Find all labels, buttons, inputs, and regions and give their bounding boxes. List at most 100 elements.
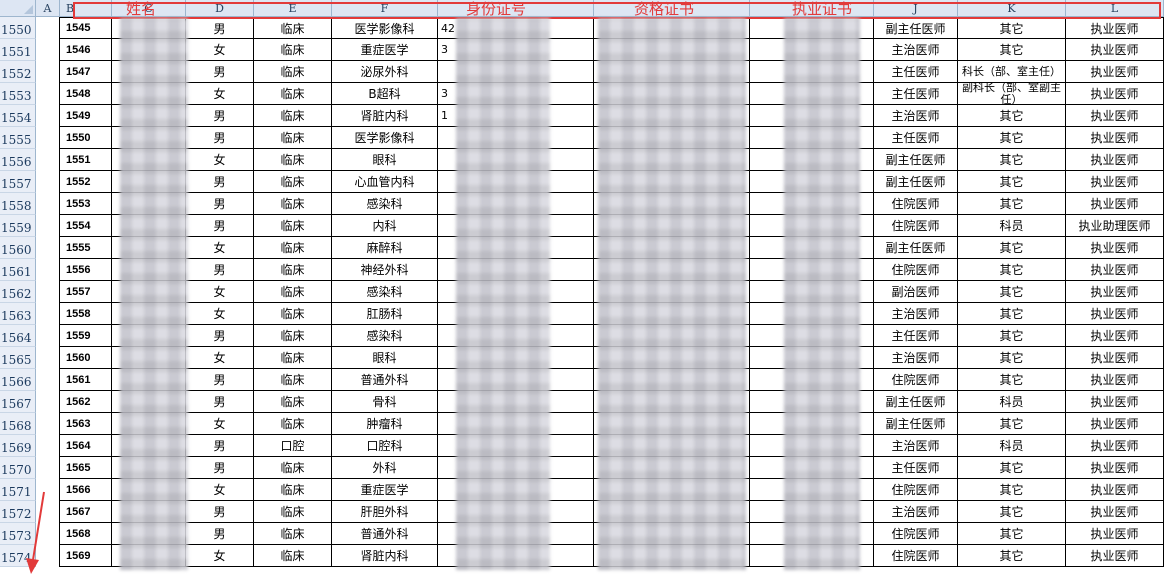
cell-i[interactable]	[750, 83, 874, 105]
row-header[interactable]: 1556	[0, 149, 36, 171]
cell-c[interactable]	[112, 127, 186, 149]
cell-g[interactable]	[438, 215, 594, 237]
cell-b[interactable]: 1567	[60, 501, 112, 523]
cell-j[interactable]: 主治医师	[874, 347, 958, 369]
cell-d[interactable]: 女	[186, 149, 254, 171]
cell-e[interactable]: 临床	[254, 259, 332, 281]
cell-f[interactable]: 普通外科	[332, 523, 438, 545]
cell-i[interactable]	[750, 501, 874, 523]
cell-j[interactable]: 主任医师	[874, 325, 958, 347]
spreadsheet[interactable]: ABCDEFJKL 1550 1545 男临床 医学影像科 42 副主任医师 其它 执业医师 1…	[0, 0, 1164, 574]
cell-k[interactable]: 其它	[958, 523, 1066, 545]
cell-a[interactable]	[36, 17, 60, 39]
cell-i[interactable]	[750, 303, 874, 325]
cell-k[interactable]: 其它	[958, 501, 1066, 523]
cell-e[interactable]: 临床	[254, 281, 332, 303]
cell-a[interactable]	[36, 171, 60, 193]
cell-c[interactable]	[112, 281, 186, 303]
cell-h[interactable]	[594, 281, 750, 303]
row-header[interactable]: 1553	[0, 83, 36, 105]
cell-g[interactable]: 3	[438, 39, 594, 61]
cell-d[interactable]: 女	[186, 545, 254, 567]
cell-k[interactable]: 其它	[958, 171, 1066, 193]
cell-k[interactable]: 其它	[958, 479, 1066, 501]
cell-h[interactable]	[594, 545, 750, 567]
cell-k[interactable]: 其它	[958, 149, 1066, 171]
cell-k[interactable]: 其它	[958, 105, 1066, 127]
cell-e[interactable]: 临床	[254, 325, 332, 347]
cell-e[interactable]: 临床	[254, 149, 332, 171]
cell-j[interactable]: 住院医师	[874, 259, 958, 281]
cell-j[interactable]: 副主任医师	[874, 413, 958, 435]
row-header[interactable]: 1569	[0, 435, 36, 457]
cell-f[interactable]: 重症医学	[332, 39, 438, 61]
cell-c[interactable]	[112, 61, 186, 83]
cell-b[interactable]: 1562	[60, 391, 112, 413]
cell-j[interactable]: 主任医师	[874, 127, 958, 149]
cell-b[interactable]: 1550	[60, 127, 112, 149]
cell-e[interactable]: 临床	[254, 501, 332, 523]
cell-l[interactable]: 执业医师	[1066, 83, 1164, 105]
cell-i[interactable]	[750, 281, 874, 303]
cell-l[interactable]: 执业医师	[1066, 435, 1164, 457]
cell-c[interactable]	[112, 105, 186, 127]
cell-f[interactable]: 眼科	[332, 149, 438, 171]
cell-d[interactable]: 男	[186, 325, 254, 347]
cell-g[interactable]	[438, 171, 594, 193]
cell-b[interactable]: 1561	[60, 369, 112, 391]
cell-a[interactable]	[36, 39, 60, 61]
cell-j[interactable]: 主任医师	[874, 61, 958, 83]
cell-f[interactable]: 医学影像科	[332, 17, 438, 39]
cell-j[interactable]: 住院医师	[874, 545, 958, 567]
cell-k[interactable]: 科员	[958, 391, 1066, 413]
cell-i[interactable]	[750, 435, 874, 457]
cell-l[interactable]: 执业医师	[1066, 171, 1164, 193]
cell-l[interactable]: 执业医师	[1066, 413, 1164, 435]
cell-l[interactable]: 执业医师	[1066, 479, 1164, 501]
cell-g[interactable]	[438, 347, 594, 369]
row-header[interactable]: 1562	[0, 281, 36, 303]
cell-i[interactable]	[750, 171, 874, 193]
cell-f[interactable]: 眼科	[332, 347, 438, 369]
row-header[interactable]: 1560	[0, 237, 36, 259]
cell-i[interactable]	[750, 61, 874, 83]
cell-b[interactable]: 1560	[60, 347, 112, 369]
cell-c[interactable]	[112, 39, 186, 61]
cell-b[interactable]: 1548	[60, 83, 112, 105]
cell-j[interactable]: 主治医师	[874, 105, 958, 127]
cell-g[interactable]	[438, 391, 594, 413]
cell-b[interactable]: 1557	[60, 281, 112, 303]
row-header[interactable]: 1567	[0, 391, 36, 413]
cell-f[interactable]: 内科	[332, 215, 438, 237]
cell-g[interactable]	[438, 61, 594, 83]
cell-c[interactable]	[112, 479, 186, 501]
cell-k[interactable]: 其它	[958, 369, 1066, 391]
cell-d[interactable]: 女	[186, 303, 254, 325]
cell-k[interactable]: 其它	[958, 545, 1066, 567]
cell-j[interactable]: 副主任医师	[874, 149, 958, 171]
select-all-corner[interactable]	[0, 0, 36, 17]
cell-h[interactable]	[594, 413, 750, 435]
cell-d[interactable]: 女	[186, 237, 254, 259]
cell-b[interactable]: 1546	[60, 39, 112, 61]
cell-l[interactable]: 执业助理医师	[1066, 215, 1164, 237]
cell-h[interactable]	[594, 303, 750, 325]
row-header[interactable]: 1552	[0, 61, 36, 83]
cell-b[interactable]: 1547	[60, 61, 112, 83]
cell-k[interactable]: 其它	[958, 303, 1066, 325]
cell-c[interactable]	[112, 193, 186, 215]
row-header[interactable]: 1565	[0, 347, 36, 369]
cell-i[interactable]	[750, 215, 874, 237]
cell-f[interactable]: 外科	[332, 457, 438, 479]
cell-a[interactable]	[36, 237, 60, 259]
cell-j[interactable]: 副主任医师	[874, 237, 958, 259]
cell-c[interactable]	[112, 17, 186, 39]
row-header[interactable]: 1566	[0, 369, 36, 391]
cell-f[interactable]: 口腔科	[332, 435, 438, 457]
cell-l[interactable]: 执业医师	[1066, 105, 1164, 127]
cell-b[interactable]: 1553	[60, 193, 112, 215]
cell-k[interactable]: 其它	[958, 347, 1066, 369]
cell-e[interactable]: 临床	[254, 61, 332, 83]
cell-c[interactable]	[112, 149, 186, 171]
cell-b[interactable]: 1565	[60, 457, 112, 479]
